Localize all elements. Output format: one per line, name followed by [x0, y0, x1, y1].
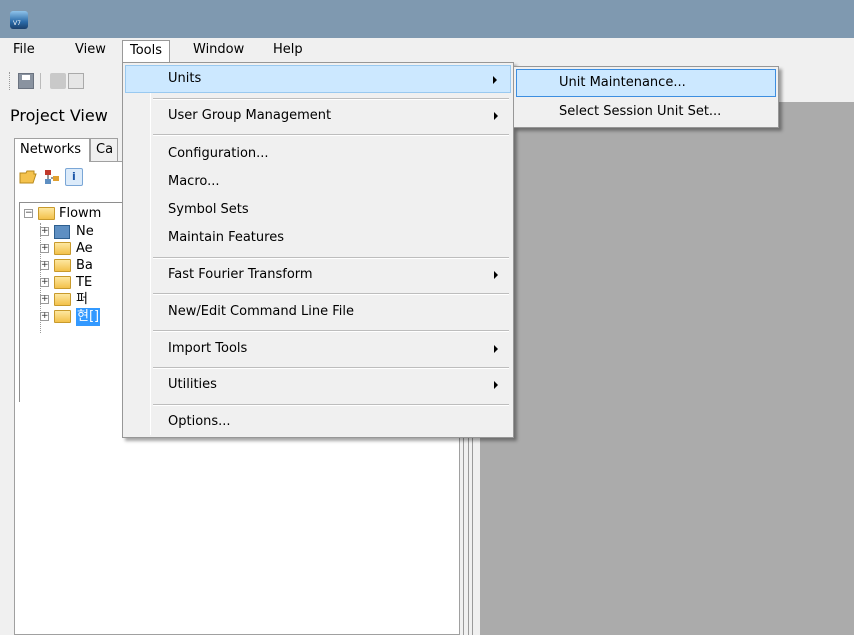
- expand-icon[interactable]: +: [40, 261, 49, 270]
- submenu-arrow-icon: [493, 76, 497, 84]
- menu-item-select-session-unit-set[interactable]: Select Session Unit Set...: [516, 98, 776, 126]
- expand-icon[interactable]: +: [40, 295, 49, 304]
- submenu-arrow-icon: [494, 381, 498, 389]
- folder-icon: [54, 276, 71, 289]
- toolbar-separator: [40, 73, 41, 89]
- menu-separator: [153, 330, 509, 332]
- menu-help[interactable]: Help: [266, 40, 310, 62]
- tab-networks[interactable]: Networks: [14, 138, 90, 162]
- tab-second[interactable]: Ca: [90, 138, 118, 162]
- menu-item-units[interactable]: Units: [125, 65, 511, 93]
- submenu-arrow-icon: [494, 112, 498, 120]
- menu-tools[interactable]: Tools: [122, 40, 171, 62]
- menu-item-utilities[interactable]: Utilities: [125, 371, 511, 399]
- menu-item-fft[interactable]: Fast Fourier Transform: [125, 261, 511, 289]
- network-node-icon: [54, 225, 70, 239]
- folder-icon: [54, 259, 71, 272]
- menu-item-symbol-sets[interactable]: Symbol Sets: [125, 196, 511, 224]
- open-folder-icon[interactable]: [19, 168, 37, 186]
- menu-separator: [153, 367, 509, 369]
- menu-item-import-tools[interactable]: Import Tools: [125, 335, 511, 363]
- menu-separator: [153, 404, 509, 406]
- menu-item-unit-maintenance[interactable]: Unit Maintenance...: [516, 69, 776, 97]
- expand-icon[interactable]: +: [40, 278, 49, 287]
- app-icon[interactable]: [10, 11, 28, 29]
- menu-window[interactable]: Window: [186, 40, 251, 62]
- submenu-arrow-icon: [494, 345, 498, 353]
- menu-item-maintain-features[interactable]: Maintain Features: [125, 224, 511, 252]
- menu-file[interactable]: File: [6, 40, 42, 62]
- print-preview-icon[interactable]: [68, 73, 84, 89]
- tools-menu: Units User Group Management Configuratio…: [122, 62, 514, 438]
- menu-separator: [153, 98, 509, 100]
- menu-item-user-group-management[interactable]: User Group Management: [125, 102, 511, 130]
- menu-item-configuration[interactable]: Configuration...: [125, 140, 511, 168]
- info-icon[interactable]: [65, 168, 83, 186]
- menu-view[interactable]: View: [68, 40, 113, 62]
- print-icon[interactable]: [50, 73, 66, 89]
- menu-separator: [153, 257, 509, 259]
- expand-icon[interactable]: +: [40, 227, 49, 236]
- expand-icon[interactable]: +: [40, 244, 49, 253]
- menu-item-macro[interactable]: Macro...: [125, 168, 511, 196]
- folder-icon: [38, 207, 55, 220]
- title-bar: [0, 0, 854, 38]
- menu-item-new-edit-command-line-file[interactable]: New/Edit Command Line File: [125, 298, 511, 326]
- collapse-icon[interactable]: −: [24, 209, 33, 218]
- network-icon[interactable]: [43, 168, 61, 186]
- folder-icon: [54, 293, 71, 306]
- menu-item-options[interactable]: Options...: [125, 408, 511, 436]
- folder-icon: [54, 242, 71, 255]
- units-submenu: Unit Maintenance... Select Session Unit …: [513, 66, 779, 128]
- expand-icon[interactable]: +: [40, 312, 49, 321]
- save-icon[interactable]: [18, 73, 34, 89]
- workspace-area: [480, 102, 854, 635]
- menu-separator: [153, 134, 509, 136]
- menu-bar: File View Tools Window Help: [0, 38, 854, 62]
- toolbar-grip[interactable]: [9, 72, 12, 90]
- submenu-arrow-icon: [494, 271, 498, 279]
- menu-separator: [153, 293, 509, 295]
- folder-icon: [54, 310, 71, 323]
